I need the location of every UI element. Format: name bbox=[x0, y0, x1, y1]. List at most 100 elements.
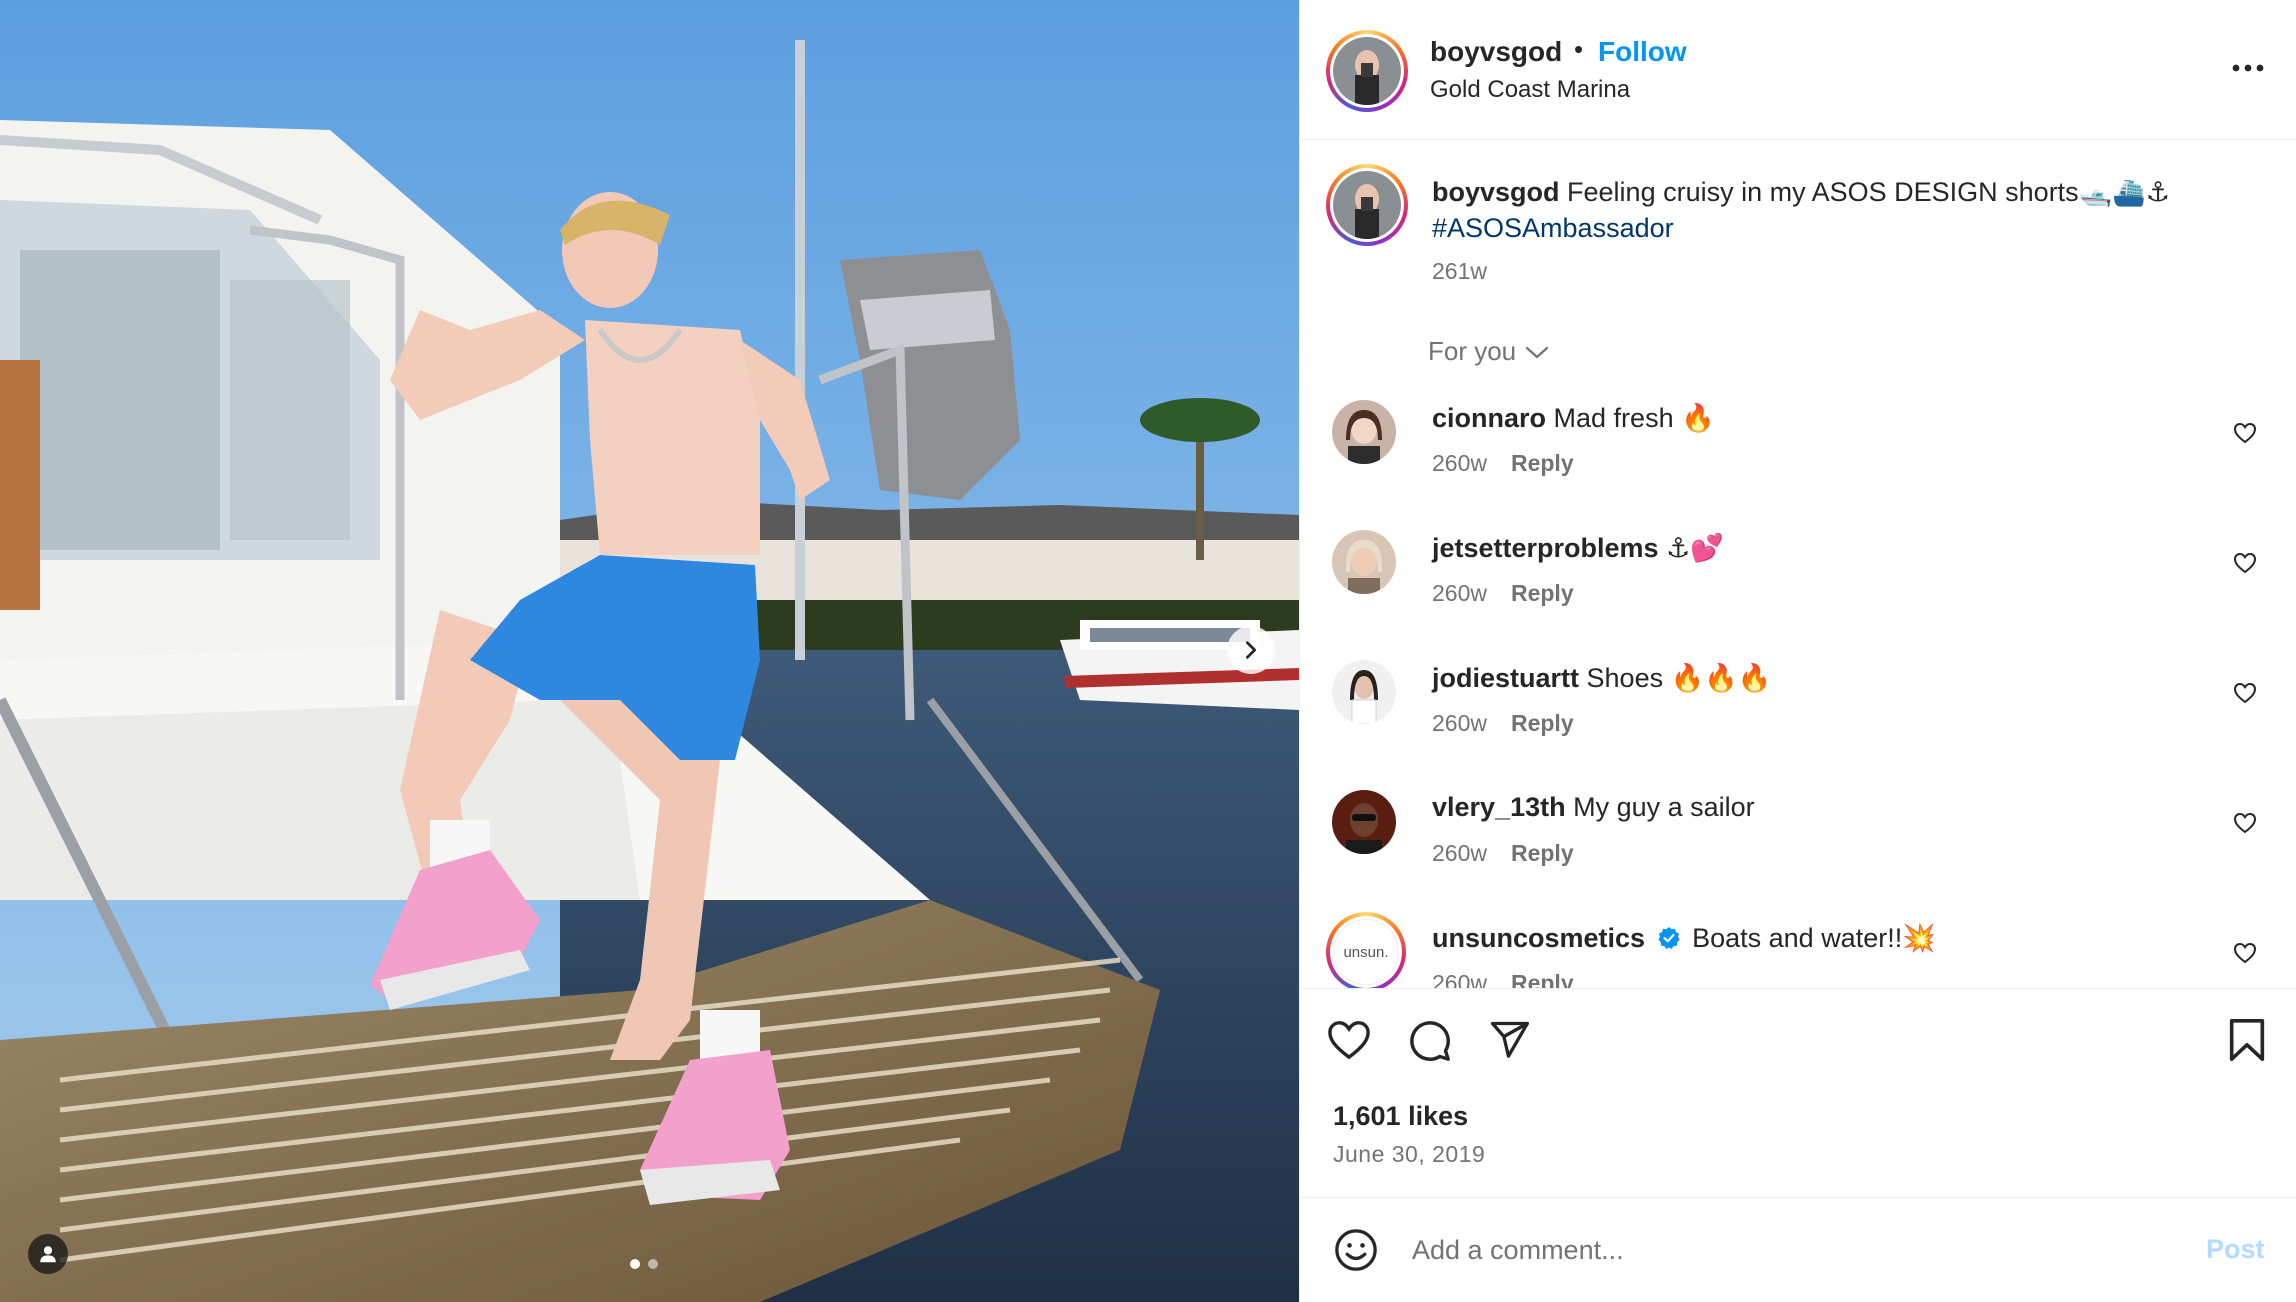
comment-text: jodiestuartt Shoes 🔥🔥🔥 bbox=[1432, 662, 1771, 694]
comment-meta: 260w Reply bbox=[1432, 840, 1574, 867]
comment-body: Shoes 🔥🔥🔥 bbox=[1586, 663, 1772, 693]
heart-icon bbox=[2233, 552, 2257, 574]
brand-logo: unsun. bbox=[1333, 919, 1399, 985]
post-header: boyvsgod • Follow Gold Coast Marina bbox=[1300, 0, 2296, 140]
author-username[interactable]: boyvsgod bbox=[1430, 36, 1562, 68]
heart-icon bbox=[2233, 422, 2257, 444]
follow-button[interactable]: Follow bbox=[1598, 36, 1687, 68]
commenter-avatar[interactable] bbox=[1332, 400, 1396, 464]
comment-meta: 260w Reply bbox=[1432, 580, 1574, 607]
chevron-down-icon bbox=[1526, 346, 1549, 358]
heart-icon bbox=[2233, 682, 2257, 704]
comment-meta: 260w Reply bbox=[1432, 450, 1574, 477]
comment-like-button[interactable] bbox=[2230, 808, 2260, 838]
save-button[interactable] bbox=[2222, 1015, 2272, 1065]
comment-sort-dropdown[interactable]: For you bbox=[1428, 336, 1550, 367]
caption-avatar-image bbox=[1333, 171, 1401, 239]
commenter-username[interactable]: cionnaro bbox=[1432, 403, 1546, 433]
post-caption: boyvsgod Feeling cruisy in my ASOS DESIG… bbox=[1432, 174, 2252, 246]
caption-author-avatar[interactable] bbox=[1326, 164, 1408, 246]
more-horizontal-icon bbox=[2232, 64, 2264, 72]
post-photo[interactable] bbox=[0, 0, 1299, 1302]
like-button[interactable] bbox=[1324, 1015, 1374, 1065]
comment-input[interactable] bbox=[1412, 1228, 2172, 1272]
reply-button[interactable]: Reply bbox=[1511, 580, 1574, 607]
commenter-avatar-image bbox=[1332, 790, 1396, 854]
caption-body: Feeling cruisy in my ASOS DESIGN shorts🛥… bbox=[1567, 177, 2171, 207]
caption-username[interactable]: boyvsgod bbox=[1432, 177, 1560, 207]
carousel-indicator bbox=[630, 1259, 658, 1269]
caption-timestamp[interactable]: 261w bbox=[1432, 258, 1487, 285]
comment-button[interactable] bbox=[1404, 1015, 1454, 1065]
commenter-avatar[interactable] bbox=[1332, 530, 1396, 594]
carousel-dot bbox=[630, 1259, 640, 1269]
heart-icon bbox=[2233, 942, 2257, 964]
commenter-username[interactable]: unsuncosmetics bbox=[1432, 923, 1645, 953]
comment-meta: 260w Reply bbox=[1432, 710, 1574, 737]
comment-timestamp[interactable]: 260w bbox=[1432, 710, 1487, 737]
post-location[interactable]: Gold Coast Marina bbox=[1430, 76, 1630, 104]
comment-timestamp[interactable]: 260w bbox=[1432, 840, 1487, 867]
post-actions: 1,601 likes June 30, 2019 bbox=[1300, 988, 2296, 1198]
commenter-avatar[interactable] bbox=[1332, 660, 1396, 724]
photo-scene bbox=[0, 0, 1299, 1302]
author-avatar[interactable] bbox=[1326, 30, 1408, 112]
comment-like-button[interactable] bbox=[2230, 418, 2260, 448]
comment-timestamp[interactable]: 260w bbox=[1432, 450, 1487, 477]
comment-item: jetsetterproblems ⚓💕 260w Reply bbox=[1300, 522, 2296, 652]
post-comment-button[interactable]: Post bbox=[2206, 1234, 2265, 1265]
reply-button[interactable]: Reply bbox=[1511, 710, 1574, 737]
comment-body: Mad fresh 🔥 bbox=[1553, 403, 1715, 433]
comment-sort-label: For you bbox=[1428, 336, 1517, 366]
comment-icon bbox=[1410, 1021, 1450, 1061]
comment-timestamp[interactable]: 260w bbox=[1432, 970, 1487, 988]
commenter-avatar[interactable]: unsun. bbox=[1326, 912, 1406, 988]
verified-badge-icon bbox=[1657, 927, 1680, 949]
post-date[interactable]: June 30, 2019 bbox=[1333, 1141, 1485, 1168]
comments-section[interactable]: boyvsgod Feeling cruisy in my ASOS DESIG… bbox=[1300, 140, 2296, 988]
commenter-username[interactable]: jodiestuartt bbox=[1432, 663, 1579, 693]
comment-like-button[interactable] bbox=[2230, 678, 2260, 708]
emoji-icon bbox=[1335, 1229, 1377, 1271]
more-options-button[interactable] bbox=[2224, 48, 2272, 88]
comment-body: My guy a sailor bbox=[1573, 792, 1755, 822]
reply-button[interactable]: Reply bbox=[1511, 840, 1574, 867]
comment-text: jetsetterproblems ⚓💕 bbox=[1432, 532, 1724, 564]
commenter-username[interactable]: vlery_13th bbox=[1432, 792, 1566, 822]
reply-button[interactable]: Reply bbox=[1511, 450, 1574, 477]
comment-item: jodiestuartt Shoes 🔥🔥🔥 260w Reply bbox=[1300, 652, 2296, 782]
comment-item: unsun. unsuncosmetics Boats and water!!💥… bbox=[1300, 912, 2296, 988]
share-icon bbox=[1490, 1021, 1529, 1058]
comment-text: unsuncosmetics Boats and water!!💥 bbox=[1432, 922, 1936, 954]
bookmark-icon bbox=[2229, 1019, 2265, 1061]
comment-composer: Post bbox=[1300, 1198, 2296, 1302]
share-button[interactable] bbox=[1484, 1015, 1534, 1065]
comment-text: cionnaro Mad fresh 🔥 bbox=[1432, 402, 1715, 434]
chevron-right-icon bbox=[1245, 641, 1257, 659]
commenter-username[interactable]: jetsetterproblems bbox=[1432, 533, 1659, 563]
comment-body: Boats and water!!💥 bbox=[1692, 923, 1936, 953]
comment-item: cionnaro Mad fresh 🔥 260w Reply bbox=[1300, 392, 2296, 522]
separator-dot: • bbox=[1574, 34, 1584, 64]
commenter-avatar-image bbox=[1332, 530, 1396, 594]
user-icon bbox=[40, 1246, 56, 1263]
post-details-panel: boyvsgod • Follow Gold Coast Marina boyv… bbox=[1299, 0, 2296, 1302]
comment-like-button[interactable] bbox=[2230, 938, 2260, 968]
carousel-dot bbox=[648, 1259, 658, 1269]
heart-icon bbox=[2233, 812, 2257, 834]
caption-hashtag[interactable]: #ASOSAmbassador bbox=[1432, 213, 1674, 243]
commenter-avatar-image bbox=[1332, 660, 1396, 724]
comment-body: ⚓💕 bbox=[1666, 533, 1724, 563]
reply-button[interactable]: Reply bbox=[1511, 970, 1574, 988]
emoji-picker-button[interactable] bbox=[1332, 1226, 1380, 1274]
comment-like-button[interactable] bbox=[2230, 548, 2260, 578]
heart-icon bbox=[1328, 1021, 1370, 1060]
author-avatar-image bbox=[1333, 37, 1401, 105]
tagged-users-button[interactable] bbox=[28, 1234, 68, 1274]
likes-count[interactable]: 1,601 likes bbox=[1333, 1101, 1468, 1132]
commenter-avatar[interactable] bbox=[1332, 790, 1396, 854]
next-photo-button[interactable] bbox=[1227, 626, 1275, 674]
comment-meta: 260w Reply bbox=[1432, 970, 1574, 988]
commenter-avatar-image bbox=[1332, 400, 1396, 464]
comment-timestamp[interactable]: 260w bbox=[1432, 580, 1487, 607]
